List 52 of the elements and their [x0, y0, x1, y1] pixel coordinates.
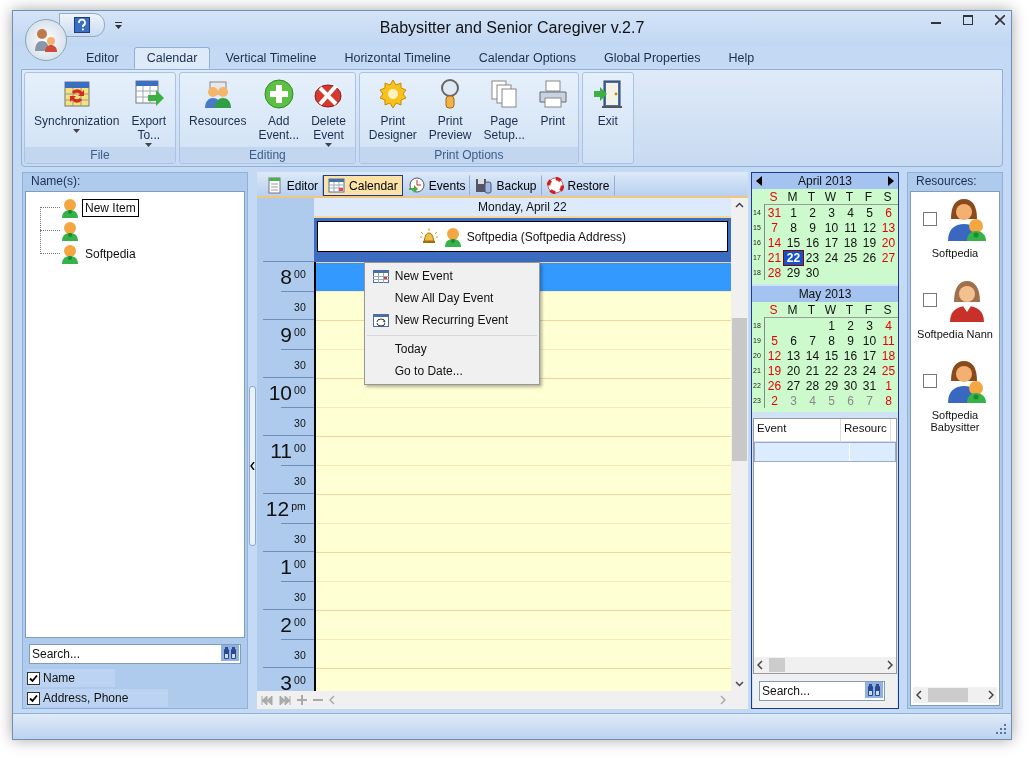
hour-label: 12	[265, 496, 290, 521]
minute-label: 00	[294, 673, 306, 686]
weekday-label: S	[882, 302, 893, 317]
hour-label: 1	[280, 554, 293, 579]
day-header: Monday, April 22	[478, 200, 567, 214]
weekday-label: M	[786, 189, 799, 204]
panel-title: Resources:	[916, 174, 977, 188]
minute-label: 00	[294, 267, 306, 280]
panel-title: Name(s):	[31, 174, 81, 188]
checkbox-label: Name	[43, 671, 75, 685]
hour-label: 3	[280, 670, 293, 691]
minute-label: pm	[291, 499, 306, 512]
weekday-label: T	[844, 302, 855, 317]
weekday-label: S	[768, 189, 779, 204]
minute-label: 00	[294, 441, 306, 454]
weekday-label: W	[823, 189, 838, 204]
weekday-label: W	[823, 302, 838, 317]
minute-label: 00	[294, 383, 306, 396]
minute-label: 30	[294, 648, 306, 661]
minute-label: 30	[294, 474, 306, 487]
checkbox-label: Address, Phone	[43, 691, 129, 705]
hour-label: 2	[280, 612, 293, 637]
minute-label: 00	[294, 615, 306, 628]
minute-label: 30	[294, 300, 306, 313]
month-title: April 2013	[797, 174, 852, 188]
month-title: May 2013	[798, 287, 852, 301]
weekday-label: T	[844, 189, 855, 204]
minute-label: 30	[294, 590, 306, 603]
minute-label: 30	[294, 532, 306, 545]
resource-name: Softpedia (Softpedia Address)	[466, 229, 627, 244]
window-title: Babysitter and Senior Caregiver v.2.7	[379, 19, 645, 36]
weekday-label: S	[882, 189, 893, 204]
resource-name: Softpedia Nann	[916, 328, 994, 340]
minute-label: 30	[294, 416, 306, 429]
minute-label: 00	[294, 557, 306, 570]
weekday-label: M	[786, 302, 799, 317]
hour-label: 8	[280, 264, 293, 289]
group-label: Editing	[180, 147, 355, 163]
weekday-label: T	[806, 189, 817, 204]
minute-label: 30	[294, 358, 306, 371]
hour-label: 10	[268, 380, 293, 405]
resource-name: Softpedia Babysitter	[929, 409, 981, 433]
minute-label: 00	[294, 325, 306, 338]
weekday-label: T	[806, 302, 817, 317]
group-label: Print Options	[359, 147, 578, 163]
resource-name: Softpedia	[930, 247, 980, 259]
hour-label: 9	[280, 322, 293, 347]
hour-label: 11	[270, 438, 293, 463]
weekday-label: F	[863, 302, 874, 317]
group-label: File	[25, 147, 176, 163]
weekday-label: F	[863, 189, 874, 204]
weekday-label: S	[768, 302, 779, 317]
